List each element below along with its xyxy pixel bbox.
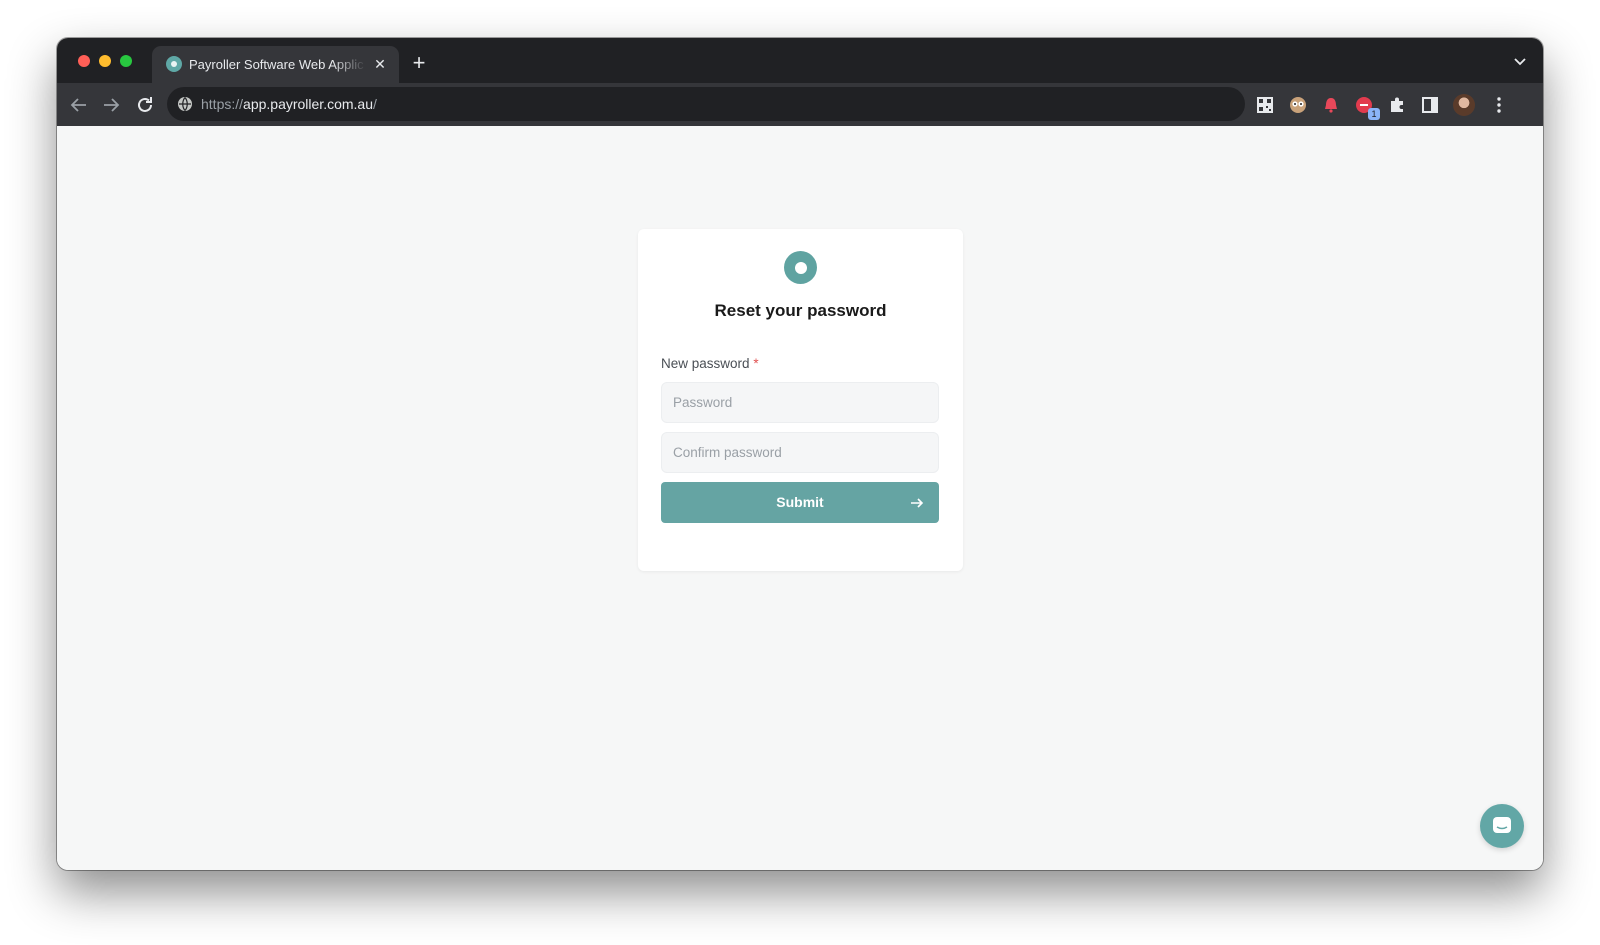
minimize-window-button[interactable]: [99, 55, 111, 67]
reset-password-card: Reset your password New password * Submi…: [638, 229, 963, 571]
puzzle-piece-icon[interactable]: [1387, 95, 1407, 115]
back-arrow-icon[interactable]: [67, 93, 91, 117]
forward-arrow-icon[interactable]: [99, 93, 123, 117]
qr-code-icon[interactable]: [1255, 95, 1275, 115]
chat-launcher-icon: [1493, 817, 1511, 833]
site-info-icon[interactable]: [177, 96, 193, 112]
tab-close-icon[interactable]: ✕: [370, 54, 390, 74]
tab-strip: Payroller Software Web Applic ✕ +: [57, 38, 1543, 83]
profile-avatar[interactable]: [1453, 94, 1475, 116]
new-password-label-text: New password: [661, 356, 750, 371]
eyes-extension-icon[interactable]: [1288, 95, 1308, 115]
browser-toolbar: https://app.payroller.com.au/ 1: [57, 83, 1543, 126]
kebab-menu-icon[interactable]: [1489, 95, 1509, 115]
extension-badge-count: 1: [1368, 108, 1380, 120]
close-window-button[interactable]: [78, 55, 90, 67]
browser-window: Payroller Software Web Applic ✕ + https:…: [57, 38, 1543, 870]
red-bell-extension-icon[interactable]: [1321, 95, 1341, 115]
tab-search-chevron-icon[interactable]: [1511, 52, 1529, 70]
password-input[interactable]: [661, 382, 939, 423]
url-scheme: https://: [201, 96, 244, 112]
arrow-right-icon: [911, 498, 924, 508]
chat-launcher-button[interactable]: [1480, 804, 1524, 848]
payroller-logo-icon: [784, 251, 817, 284]
page-content: Reset your password New password * Submi…: [57, 126, 1543, 870]
new-password-label: New password *: [661, 356, 759, 371]
active-tab[interactable]: Payroller Software Web Applic ✕: [152, 46, 399, 83]
address-bar[interactable]: https://app.payroller.com.au/: [167, 87, 1245, 121]
tab-title-fade: [332, 46, 366, 83]
payroller-favicon-icon: [166, 56, 182, 72]
page-title: Reset your password: [714, 301, 887, 320]
zoom-window-button[interactable]: [120, 55, 132, 67]
new-tab-button[interactable]: +: [407, 52, 431, 76]
url-path: /: [373, 96, 377, 112]
confirm-password-input[interactable]: [661, 432, 939, 473]
side-panel-icon[interactable]: [1420, 95, 1440, 115]
url-text: https://app.payroller.com.au/: [201, 96, 377, 112]
url-host: app.payroller.com.au: [243, 96, 373, 112]
submit-button[interactable]: Submit: [661, 482, 939, 523]
required-asterisk: *: [753, 356, 759, 371]
submit-label: Submit: [776, 494, 824, 510]
reload-icon[interactable]: [133, 93, 157, 117]
